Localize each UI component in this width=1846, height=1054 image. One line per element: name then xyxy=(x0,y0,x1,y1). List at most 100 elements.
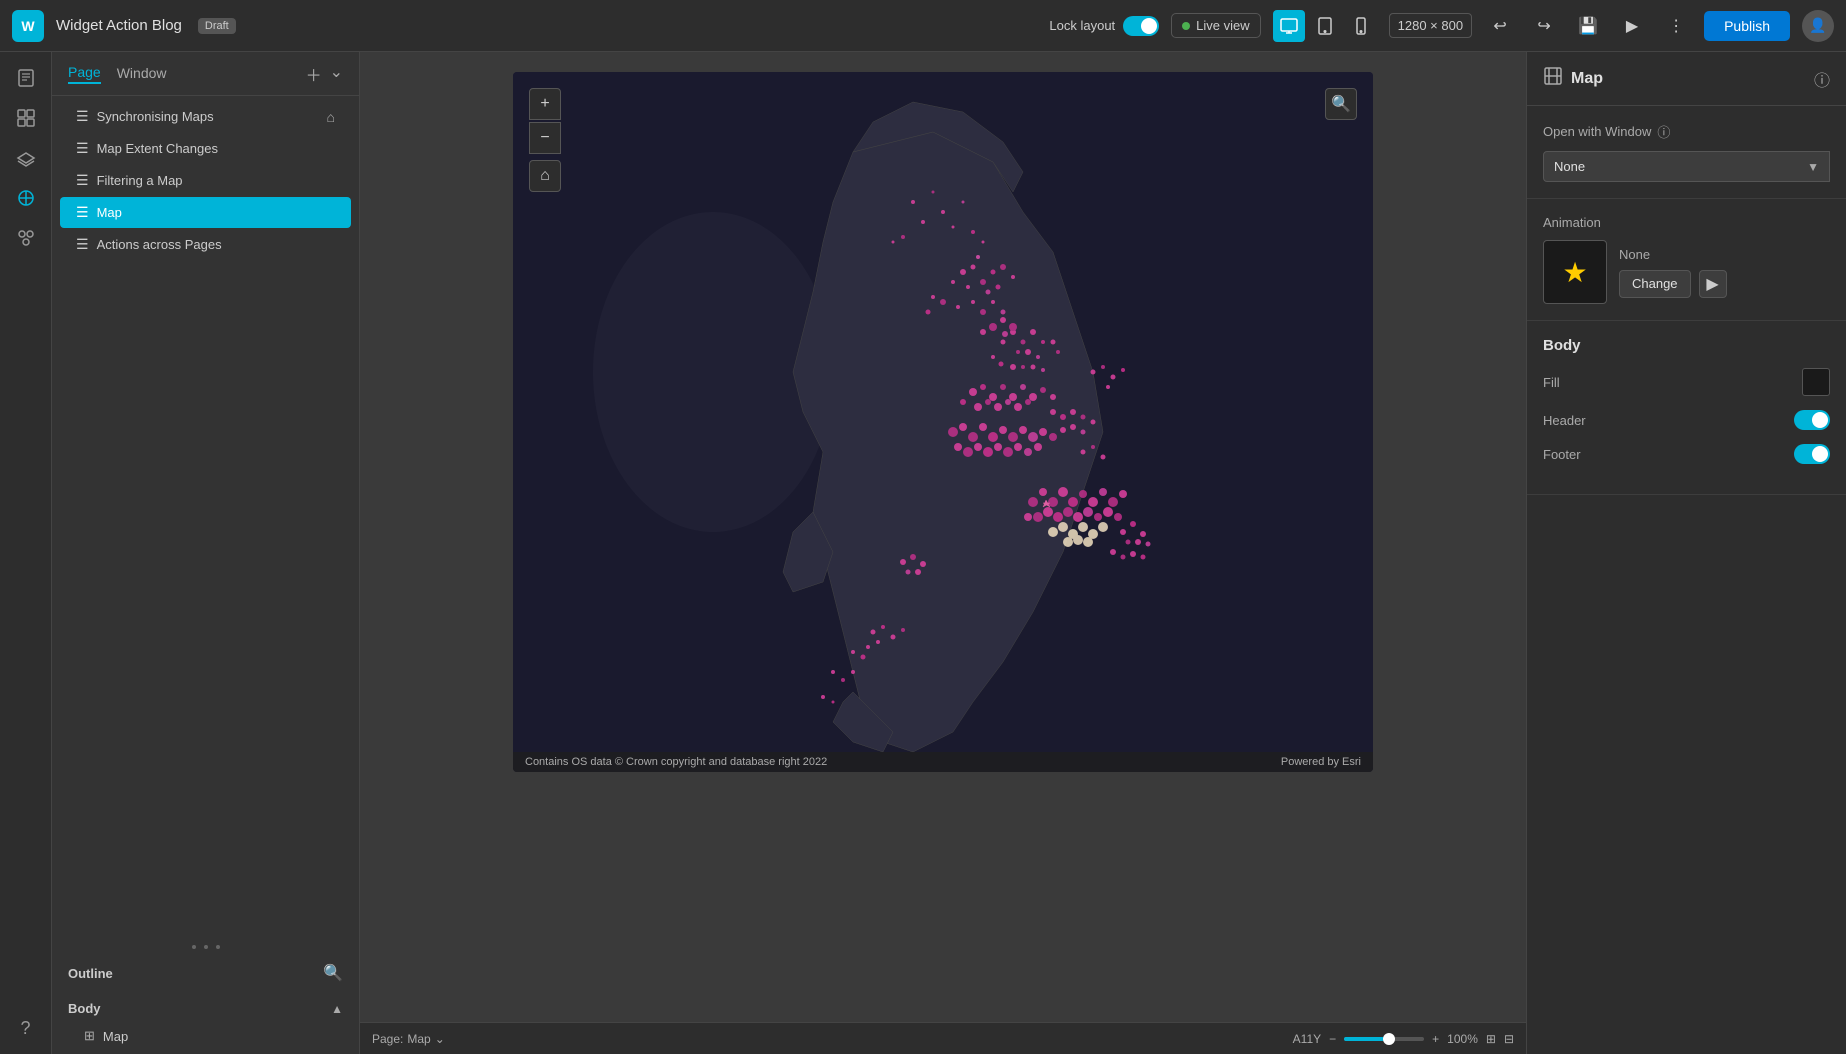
current-page-name: Map xyxy=(407,1032,430,1046)
data-icon[interactable] xyxy=(8,180,44,216)
publish-button[interactable]: Publish xyxy=(1704,11,1790,41)
open-with-window-label: Open with Window ⓘ xyxy=(1543,122,1830,141)
lock-label: Lock layout xyxy=(1049,18,1115,33)
desktop-view-btn[interactable] xyxy=(1273,10,1305,42)
more-options-button[interactable]: ⋮ xyxy=(1660,10,1692,42)
lock-layout[interactable]: Lock layout xyxy=(1049,16,1159,36)
animation-thumbnail[interactable]: ★ xyxy=(1543,240,1607,304)
outline-title: Outline xyxy=(68,966,113,981)
save-button[interactable]: 💾 xyxy=(1572,10,1604,42)
mobile-view-btn[interactable] xyxy=(1345,10,1377,42)
footer-toggle[interactable] xyxy=(1794,444,1830,464)
map-canvas[interactable]: + − ⌂ 🔍 Contains OS data © Crown copyrig… xyxy=(513,72,1373,772)
zoom-controls: A11Y − + 100% ⊞ ⊟ xyxy=(1293,1032,1514,1046)
tablet-view-btn[interactable] xyxy=(1309,10,1341,42)
preview-button[interactable]: ▶ xyxy=(1616,10,1648,42)
widgets-icon[interactable] xyxy=(8,100,44,136)
help-icon[interactable]: ? xyxy=(8,1010,44,1046)
page-icon: ☰ xyxy=(76,140,89,157)
body-header[interactable]: Body ▲ xyxy=(52,995,359,1022)
map-search: 🔍 xyxy=(1325,88,1357,120)
animation-change-button[interactable]: Change xyxy=(1619,270,1691,298)
map-panel-icon xyxy=(1543,66,1563,91)
zoom-in-button[interactable]: + xyxy=(529,88,561,120)
fill-color-swatch[interactable] xyxy=(1802,368,1830,396)
page-list: ☰ Synchronising Maps ⌂ ☰ Map Extent Chan… xyxy=(52,96,359,939)
pages-icon[interactable] xyxy=(8,60,44,96)
zoom-slider[interactable] xyxy=(1344,1037,1424,1041)
page-item-filtering[interactable]: ☰ Filtering a Map xyxy=(60,165,351,196)
animation-actions: Change ▶ xyxy=(1619,270,1830,298)
body-properties-section: Body Fill Header Footer xyxy=(1527,321,1846,495)
outline-search-icon[interactable]: 🔍 xyxy=(323,963,343,983)
footer-toggle-knob xyxy=(1812,446,1828,462)
page-item-map-extent[interactable]: ☰ Map Extent Changes xyxy=(60,133,351,164)
map-powered-by: Powered by Esri xyxy=(1281,756,1361,768)
zoom-expand-icon[interactable]: ⊞ xyxy=(1486,1032,1496,1046)
header-label: Header xyxy=(1543,413,1586,428)
home-icon: ⌂ xyxy=(327,109,335,125)
animation-play-button[interactable]: ▶ xyxy=(1699,270,1727,298)
page-icon: ☰ xyxy=(76,204,89,221)
current-page-indicator[interactable]: Page: Map ⌄ xyxy=(372,1032,445,1046)
undo-button[interactable]: ↩ xyxy=(1484,10,1516,42)
layers-icon[interactable] xyxy=(8,140,44,176)
map-search-button[interactable]: 🔍 xyxy=(1325,88,1357,120)
map-home-button[interactable]: ⌂ xyxy=(529,160,561,192)
page-item-actions-across-pages[interactable]: ☰ Actions across Pages xyxy=(60,229,351,260)
fill-label: Fill xyxy=(1543,375,1560,390)
animation-card: ★ None Change ▶ xyxy=(1543,240,1830,304)
zoom-slider-fill xyxy=(1344,1037,1384,1041)
footer-label: Footer xyxy=(1543,447,1581,462)
lock-toggle[interactable] xyxy=(1123,16,1159,36)
right-panel-help-icon[interactable]: ⓘ xyxy=(1814,67,1830,91)
live-dot xyxy=(1182,22,1190,30)
zoom-out-button[interactable]: − xyxy=(529,122,561,154)
tab-actions: ＋ ⌄ xyxy=(306,62,343,86)
open-with-window-info-icon[interactable]: ⓘ xyxy=(1657,122,1670,141)
fill-row: Fill xyxy=(1543,368,1830,396)
bottom-bar: Page: Map ⌄ A11Y − + 100% ⊞ ⊟ xyxy=(360,1022,1526,1054)
page-item-synchronising-maps[interactable]: ☰ Synchronising Maps ⌂ xyxy=(60,101,351,132)
right-panel-header: Map ⓘ xyxy=(1527,52,1846,106)
open-with-window-select-row: None ▼ xyxy=(1543,151,1830,182)
pages-menu-icon[interactable]: ⌄ xyxy=(330,62,343,86)
body-item-map[interactable]: ⊞ Map xyxy=(52,1022,359,1050)
body-chevron-icon: ▲ xyxy=(331,1002,343,1016)
page-icon: ☰ xyxy=(76,108,89,125)
user-avatar[interactable]: 👤 xyxy=(1802,10,1834,42)
animation-section: Animation ★ None Change ▶ xyxy=(1527,199,1846,321)
redo-button[interactable]: ↪ xyxy=(1528,10,1560,42)
header-row: Header xyxy=(1543,410,1830,430)
left-panel: Page Window ＋ ⌄ ☰ Synchronising Maps ⌂ ☰… xyxy=(52,52,360,1054)
add-page-icon[interactable]: ＋ xyxy=(306,62,322,86)
zoom-plus-icon[interactable]: + xyxy=(1432,1032,1439,1046)
app-title: Widget Action Blog xyxy=(56,17,182,34)
view-buttons xyxy=(1273,10,1377,42)
accessibility-label: A11Y xyxy=(1293,1032,1321,1046)
app-logo[interactable]: W xyxy=(12,10,44,42)
zoom-slider-thumb[interactable] xyxy=(1383,1033,1395,1045)
page-item-map[interactable]: ☰ Map xyxy=(60,197,351,228)
style-icon[interactable] xyxy=(8,220,44,256)
page-icon: ☰ xyxy=(76,236,89,253)
map-zoom-controls: + − ⌂ xyxy=(529,88,561,192)
live-view-button[interactable]: Live view xyxy=(1171,13,1260,38)
zoom-collapse-icon[interactable]: ⊟ xyxy=(1504,1032,1514,1046)
animation-info: None Change ▶ xyxy=(1619,247,1830,298)
dropdown-chevron-icon: ▼ xyxy=(1807,160,1819,174)
drag-handle[interactable] xyxy=(52,939,359,955)
body-label: Body xyxy=(68,1001,323,1016)
canvas-area: + − ⌂ 🔍 Contains OS data © Crown copyrig… xyxy=(360,52,1526,1054)
open-with-window-dropdown[interactable]: None ▼ xyxy=(1543,151,1830,182)
header-toggle[interactable] xyxy=(1794,410,1830,430)
page-label: Actions across Pages xyxy=(97,237,222,252)
body-item-label: Map xyxy=(103,1029,128,1044)
zoom-level-label: 100% xyxy=(1447,1032,1478,1046)
map-svg xyxy=(513,72,1373,772)
tab-window[interactable]: Window xyxy=(117,65,167,83)
zoom-minus-icon[interactable]: − xyxy=(1329,1032,1336,1046)
resolution-selector[interactable]: 1280 × 800 xyxy=(1389,13,1472,38)
tab-page[interactable]: Page xyxy=(68,64,101,84)
draft-badge: Draft xyxy=(198,18,236,34)
